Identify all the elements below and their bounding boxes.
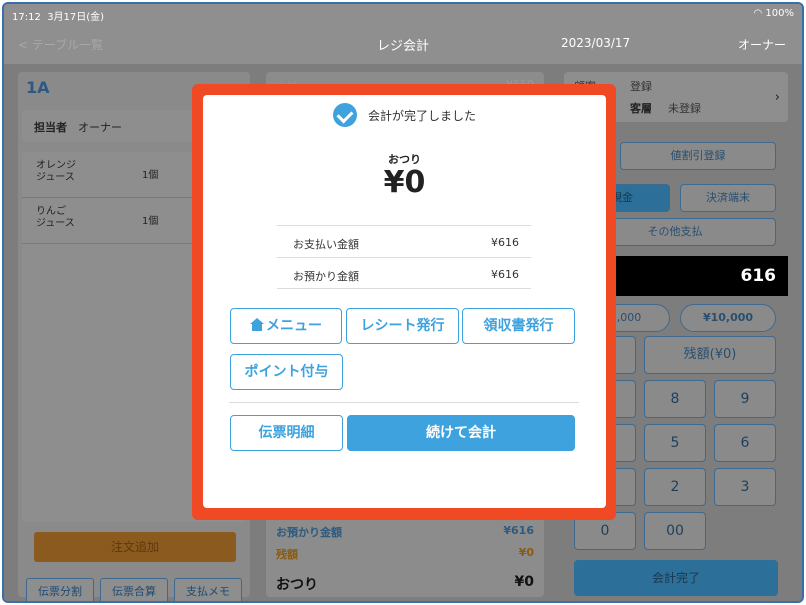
check-circle-icon	[332, 103, 357, 127]
status-bar: 17:12 3月17日(金) ◠ 100%	[4, 4, 802, 24]
menu-button[interactable]: メニュー	[230, 308, 342, 344]
order-item-qty: 1個	[142, 170, 159, 181]
segment-label: 客層	[630, 102, 652, 115]
chevron-right-icon: ›	[774, 90, 780, 105]
summary-value: ¥616	[491, 268, 519, 281]
discount-button[interactable]: 値割引登録	[620, 142, 776, 170]
summary-value: ¥616	[491, 236, 519, 249]
change-row: おつり ¥0	[276, 574, 534, 594]
balance-row: 残額 ¥0	[276, 546, 534, 562]
payment-complete-modal: 会計が完了しました おつり ¥0 お支払い金額 ¥616 お預かり金額 ¥616…	[203, 95, 606, 508]
staff-name: オーナー	[78, 121, 122, 134]
staff-label: 担当者	[34, 121, 67, 134]
segment-value: 未登録	[668, 102, 701, 115]
keypad-key-8[interactable]: 8	[644, 380, 706, 418]
wifi-icon: ◠	[753, 8, 763, 19]
completion-message: 会計が完了しました	[368, 108, 477, 123]
nav-user[interactable]: オーナー	[738, 36, 786, 53]
merge-slip-button[interactable]: 伝票合算	[100, 578, 168, 601]
order-item-qty: 1個	[142, 216, 159, 227]
battery-level: 100%	[765, 8, 794, 19]
keypad-key-6[interactable]: 6	[714, 424, 776, 462]
table-number: 1A	[26, 78, 50, 97]
page-title: レジ会計	[376, 39, 429, 54]
order-item-name: りんご ジュース	[36, 206, 75, 229]
split-slip-button[interactable]: 伝票分割	[26, 578, 94, 601]
deposit-label: お預かり金額	[276, 526, 342, 539]
summary-label: お支払い金額	[293, 238, 359, 251]
menu-button-label: メニュー	[266, 318, 322, 334]
summary-row: お預かり金額 ¥616	[277, 257, 531, 289]
add-order-button[interactable]: 注文追加	[34, 532, 236, 562]
nav-date: 2023/03/17	[561, 36, 631, 50]
summary-label: お預かり金額	[293, 270, 359, 283]
quick-10000-button[interactable]: ¥10,000	[680, 304, 776, 332]
order-item-name: オレンジ ジュース	[36, 160, 76, 183]
modal-divider	[229, 402, 579, 403]
home-icon	[250, 318, 264, 331]
change-label: おつり	[276, 577, 318, 593]
remaining-amount-button[interactable]: 残額(¥0)	[644, 336, 776, 374]
continue-checkout-button[interactable]: 続けて会計	[347, 415, 575, 451]
summary-row: お支払い金額 ¥616	[277, 225, 531, 257]
slip-detail-button[interactable]: 伝票明細	[230, 415, 343, 451]
payment-summary: お支払い金額 ¥616 お預かり金額 ¥616	[277, 225, 531, 289]
terminal-button[interactable]: 決済端末	[680, 184, 776, 212]
modal-change-amount: ¥0	[383, 165, 426, 200]
nav-bar: < テーブル一覧 レジ会計 2023/03/17 オーナー	[4, 24, 802, 64]
change-value: ¥0	[514, 574, 534, 590]
keypad-key-9[interactable]: 9	[714, 380, 776, 418]
keypad-key-00[interactable]: 00	[644, 512, 706, 550]
finish-payment-button[interactable]: 会計完了	[574, 560, 778, 596]
deposit-value: ¥616	[503, 524, 534, 537]
balance-value: ¥0	[518, 546, 534, 559]
balance-label: 残額	[276, 548, 298, 561]
keypad-key-2[interactable]: 2	[644, 468, 706, 506]
completion-header: 会計が完了しました	[203, 103, 606, 129]
keypad-key-5[interactable]: 5	[644, 424, 706, 462]
status-right: ◠ 100%	[753, 8, 794, 19]
add-points-button[interactable]: ポイント付与	[230, 354, 343, 390]
keypad-key-3[interactable]: 3	[714, 468, 776, 506]
status-time: 17:12 3月17日(金)	[12, 12, 105, 23]
receipt-button[interactable]: レシート発行	[346, 308, 459, 344]
payment-memo-button[interactable]: 支払メモ	[174, 578, 242, 601]
deposit-row: お預かり金額 ¥616	[276, 524, 534, 540]
invoice-button[interactable]: 領収書発行	[462, 308, 575, 344]
customer-suffix: 登録	[630, 80, 652, 93]
